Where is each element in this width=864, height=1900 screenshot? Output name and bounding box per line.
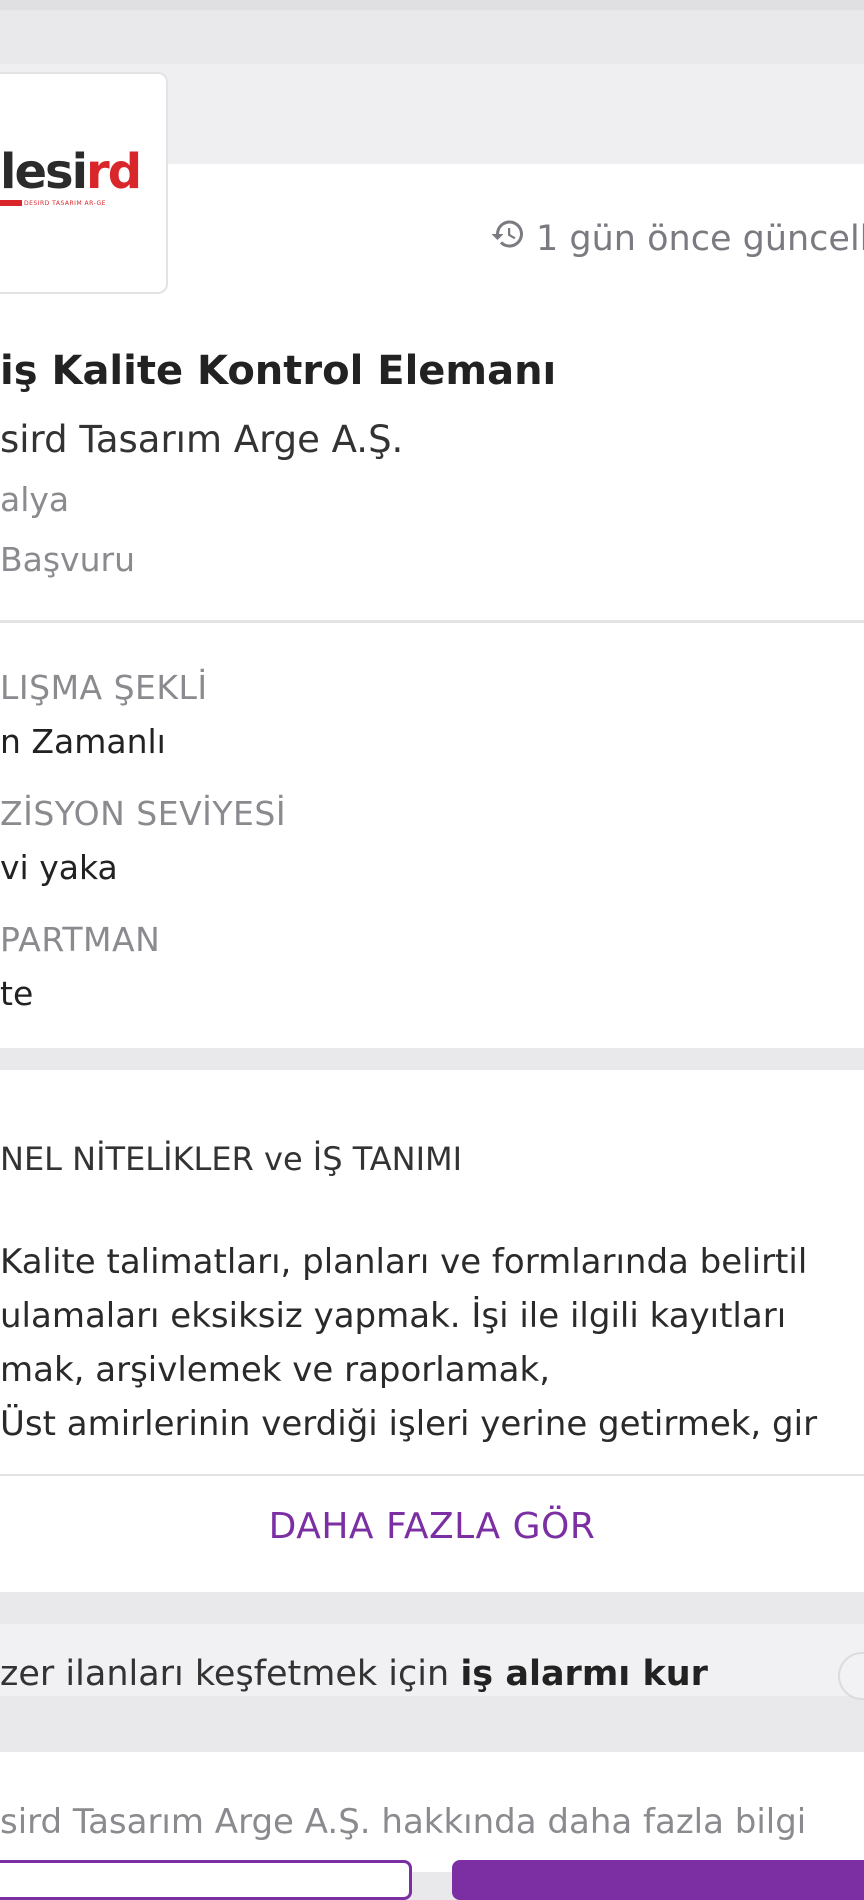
updated-text: 1 gün önce güncelle [536,218,864,259]
updated-time: 1 gün önce güncelle [490,216,864,261]
logo-bar [0,200,22,206]
description-line: ulamaları eksiksiz yapmak. İşi ile ilgil… [0,1296,787,1336]
description-line: mak, arşivlemek ve raporlamak, [0,1350,551,1390]
secondary-action-button[interactable] [0,1860,412,1900]
primary-action-button[interactable] [452,1860,864,1900]
detail-label-work-type: LIŞMA ŞEKLİ [0,668,208,707]
job-alarm-text: zer ilanları keşfetmek için iş alarmı ku… [0,1654,708,1694]
description-line: Kalite talimatları, planları ve formları… [0,1242,808,1282]
detail-value-department: te [0,974,34,1013]
detail-value-work-type: n Zamanlı [0,722,166,761]
company-name[interactable]: sird Tasarım Arge A.Ş. [0,418,403,461]
logo-subtext: DESIRD TASARIM AR-GE [24,200,106,207]
detail-value-position-level: vi yaka [0,848,118,887]
job-location: alya [0,480,70,519]
company-info-text: sird Tasarım Arge A.Ş. hakkında daha faz… [0,1802,807,1842]
top-bar [0,0,864,10]
detail-label-position-level: ZİSYON SEVİYESİ [0,794,287,833]
history-icon [490,216,526,261]
application-count: Başvuru [0,540,135,579]
detail-label-department: PARTMAN [0,920,161,959]
job-title: iş Kalite Kontrol Elemanı [0,348,557,394]
description-title: NEL NİTELİKLER ve İŞ TANIMI [0,1140,463,1178]
description-line: Üst amirlerinin verdiği işleri yerine ge… [0,1404,818,1444]
see-more-button[interactable]: DAHA FAZLA GÖR [0,1506,864,1547]
logo-wordmark: lesird [0,144,142,200]
company-logo[interactable]: lesird DESIRD TASARIM AR-GE [0,72,168,294]
set-job-alarm-link[interactable]: iş alarmı kur [460,1654,708,1694]
